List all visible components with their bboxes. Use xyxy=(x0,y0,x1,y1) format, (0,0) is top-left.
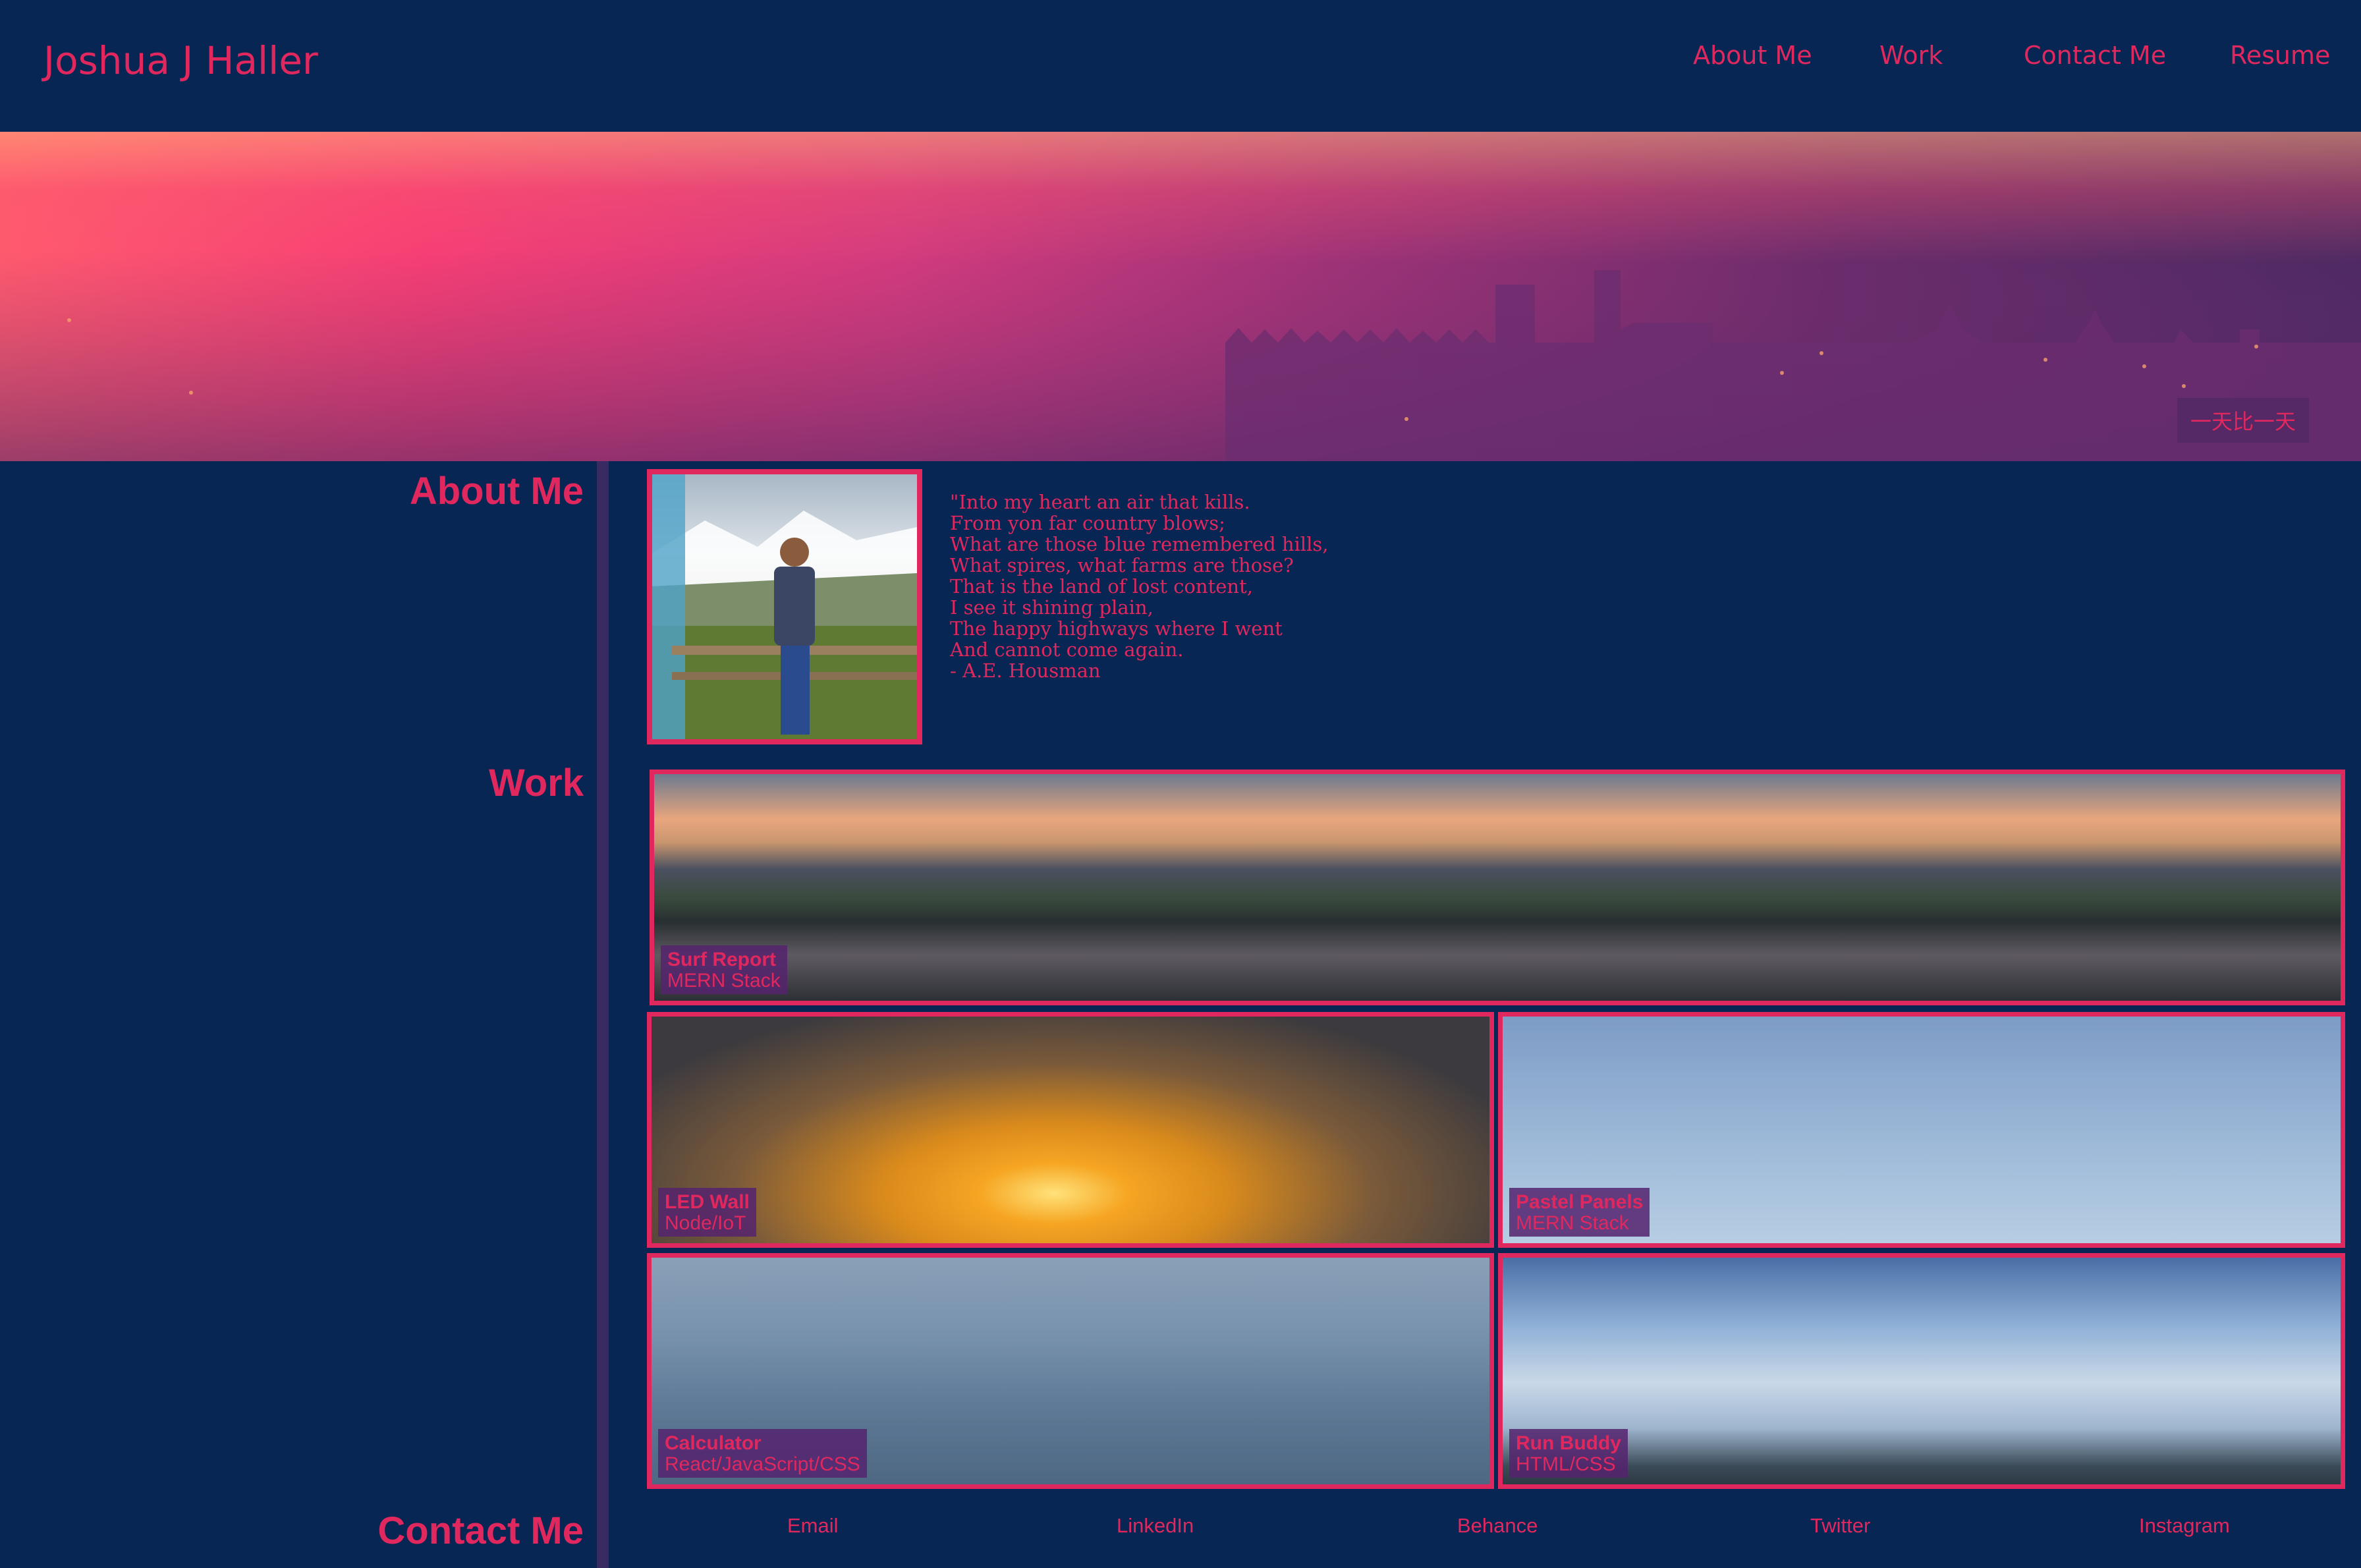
work-card-label: LED Wall Node/IoT xyxy=(658,1188,756,1237)
site-header: Joshua J Haller About Me Work Contact Me… xyxy=(0,0,2361,132)
work-card-label: Run Buddy HTML/CSS xyxy=(1509,1429,1628,1478)
work-card-title: Calculator xyxy=(665,1432,762,1454)
work-card-title: Pastel Panels xyxy=(1516,1191,1644,1213)
nav-work[interactable]: Work xyxy=(1879,41,1943,70)
contact-link-instagram[interactable]: Instagram xyxy=(2139,1514,2230,1538)
work-card-calculator[interactable]: Calculator React/JavaScript/CSS xyxy=(647,1253,1494,1489)
work-card-pastel-panels[interactable]: Pastel Panels MERN Stack xyxy=(1498,1012,2345,1248)
work-card-label: Surf Report MERN Stack xyxy=(661,945,787,994)
hero-skyline-image xyxy=(0,250,2361,461)
nav-about-me[interactable]: About Me xyxy=(1693,41,1812,70)
work-card-stack: MERN Stack xyxy=(667,970,781,992)
work-card-title: LED Wall xyxy=(665,1191,750,1213)
nav-resume[interactable]: Resume xyxy=(2230,41,2330,70)
work-card-stack: HTML/CSS xyxy=(1516,1453,1616,1475)
work-card-run-buddy[interactable]: Run Buddy HTML/CSS xyxy=(1498,1253,2345,1489)
contact-link-behance[interactable]: Behance xyxy=(1457,1514,1538,1538)
work-card-surf-report[interactable]: Surf Report MERN Stack xyxy=(650,770,2345,1005)
hero-banner: 一天比一天 xyxy=(0,132,2361,461)
work-card-led-wall[interactable]: LED Wall Node/IoT xyxy=(647,1012,1494,1248)
hero-badge: 一天比一天 xyxy=(2177,398,2309,443)
work-section-title: Work xyxy=(489,762,584,804)
work-card-title: Surf Report xyxy=(667,949,776,970)
work-card-label: Pastel Panels MERN Stack xyxy=(1509,1188,1650,1237)
work-card-title: Run Buddy xyxy=(1516,1432,1621,1454)
contact-link-linkedin[interactable]: LinkedIn xyxy=(1117,1514,1194,1538)
work-card-stack: Node/IoT xyxy=(665,1212,746,1234)
contact-link-email[interactable]: Email xyxy=(787,1514,839,1538)
profile-photo xyxy=(647,469,922,744)
about-quote: "Into my heart an air that kills. From y… xyxy=(950,491,1329,682)
section-divider xyxy=(597,461,609,1568)
profile-photo-illustration xyxy=(652,474,917,739)
about-section-title: About Me xyxy=(409,470,584,513)
work-card-stack: MERN Stack xyxy=(1516,1212,1629,1234)
site-brand[interactable]: Joshua J Haller xyxy=(43,38,318,83)
contact-link-twitter[interactable]: Twitter xyxy=(1810,1514,1870,1538)
work-card-label: Calculator React/JavaScript/CSS xyxy=(658,1429,867,1478)
work-card-stack: React/JavaScript/CSS xyxy=(665,1453,860,1475)
nav-contact-me[interactable]: Contact Me xyxy=(2024,41,2166,70)
contact-section-title: Contact Me xyxy=(377,1509,584,1552)
